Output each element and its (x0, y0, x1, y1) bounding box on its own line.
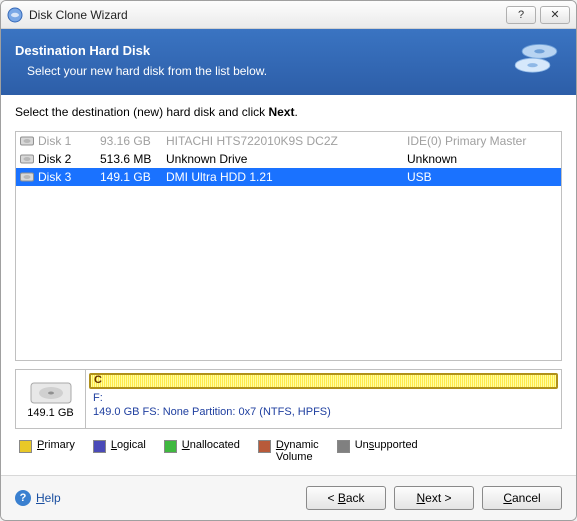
window-title: Disk Clone Wizard (29, 8, 128, 22)
partition-fs: 149.0 GB FS: None Partition: 0x7 (NTFS, … (93, 405, 554, 419)
disk-row[interactable]: Disk 3149.1 GBDMI Ultra HDD 1.21USB (16, 168, 561, 186)
partition-drive: F: (93, 391, 554, 405)
legend-logical: Logical (93, 439, 146, 453)
wizard-window: Disk Clone Wizard ? ✕ Destination Hard D… (0, 0, 577, 521)
legend: Primary Logical Unallocated DynamicVolum… (15, 429, 562, 467)
next-button[interactable]: Next > (394, 486, 474, 510)
swatch-logical (93, 440, 106, 453)
disk-list[interactable]: Disk 193.16 GBHITACHI HTS722010K9S DC2ZI… (15, 131, 562, 361)
back-button[interactable]: < Back (306, 486, 386, 510)
disk-bus: USB (407, 170, 557, 184)
detail-thumbnail: 149.1 GB (16, 370, 86, 428)
app-icon (7, 7, 23, 23)
help-icon: ? (15, 490, 31, 506)
legend-primary: Primary (19, 439, 75, 453)
swatch-primary (19, 440, 32, 453)
help-link[interactable]: ? Help (15, 490, 61, 506)
disk-icon (29, 379, 73, 407)
disk-model: DMI Ultra HDD 1.21 (166, 170, 407, 184)
titlebar: Disk Clone Wizard ? ✕ (1, 1, 576, 29)
swatch-dynamic (258, 440, 271, 453)
disk-name: Disk 2 (38, 152, 100, 166)
legend-unsupported: Unsupported (337, 439, 418, 453)
hdd-icon (20, 171, 34, 183)
content-area: Select the destination (new) hard disk a… (1, 95, 576, 475)
disk-detail: 149.1 GB C F: 149.0 GB FS: None Partitio… (15, 369, 562, 429)
disk-row[interactable]: Disk 2513.6 MBUnknown DriveUnknown (16, 150, 561, 168)
disk-model: Unknown Drive (166, 152, 407, 166)
swatch-unallocated (164, 440, 177, 453)
legend-dynamic: DynamicVolume (258, 439, 319, 463)
partition-label: C (94, 374, 102, 386)
disk-bus: IDE(0) Primary Master (407, 134, 557, 148)
disk-name: Disk 1 (38, 134, 100, 148)
disk-model: HITACHI HTS722010K9S DC2Z (166, 134, 407, 148)
footer: ? Help < Back Next > Cancel (1, 475, 576, 520)
legend-unallocated: Unallocated (164, 439, 240, 453)
banner-sub: Select your new hard disk from the list … (15, 64, 502, 78)
banner-heading: Destination Hard Disk (15, 43, 502, 58)
banner: Destination Hard Disk Select your new ha… (1, 29, 576, 95)
partition-info: F: 149.0 GB FS: None Partition: 0x7 (NTF… (89, 389, 558, 421)
hdd-icon (20, 135, 34, 147)
help-window-button[interactable]: ? (506, 6, 536, 24)
detail-size: 149.1 GB (27, 407, 73, 419)
cancel-button[interactable]: Cancel (482, 486, 562, 510)
close-window-button[interactable]: ✕ (540, 6, 570, 24)
disk-row: Disk 193.16 GBHITACHI HTS722010K9S DC2ZI… (16, 132, 561, 150)
disk-bus: Unknown (407, 152, 557, 166)
swatch-unsupported (337, 440, 350, 453)
disks-icon (510, 39, 562, 81)
hdd-icon (20, 153, 34, 165)
instruction-text: Select the destination (new) hard disk a… (15, 105, 562, 119)
disk-name: Disk 3 (38, 170, 100, 184)
disk-size: 149.1 GB (100, 170, 166, 184)
disk-size: 513.6 MB (100, 152, 166, 166)
disk-size: 93.16 GB (100, 134, 166, 148)
partition-bar[interactable]: C (89, 373, 558, 389)
